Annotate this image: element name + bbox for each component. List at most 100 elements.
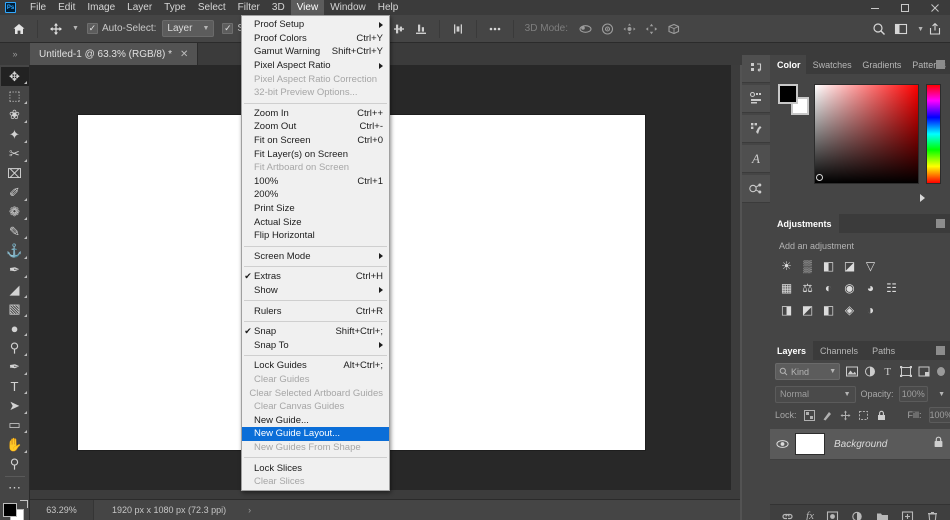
- hue-saturation-icon[interactable]: ▦: [779, 280, 794, 295]
- frame-tool[interactable]: ⌧: [1, 164, 29, 183]
- levels-icon[interactable]: ▒: [800, 258, 815, 273]
- lock-position-icon[interactable]: [840, 408, 851, 423]
- menu-item-pixel-aspect-ratio[interactable]: Pixel Aspect Ratio: [242, 59, 389, 73]
- invert-icon[interactable]: ◨: [779, 302, 794, 317]
- eyedropper-tool[interactable]: ✐: [1, 183, 29, 202]
- color-lookup-icon[interactable]: ☷: [884, 280, 899, 295]
- toolbar-color-swatches[interactable]: [2, 500, 28, 520]
- 3d-slide-icon[interactable]: [640, 18, 662, 40]
- menu-item-100[interactable]: 100% Ctrl+1: [242, 175, 389, 189]
- menu-item-proof-colors[interactable]: Proof Colors Ctrl+Y: [242, 32, 389, 46]
- color-picker-field[interactable]: [814, 84, 919, 184]
- menu-item-new-guide[interactable]: New Guide...: [242, 413, 389, 427]
- view-menu-dropdown[interactable]: Proof Setup Proof Colors Ctrl+Y Gamut Warni…: [241, 15, 390, 492]
- layers-panel-menu-icon[interactable]: [936, 346, 945, 355]
- zoom-tool[interactable]: ⚲: [1, 455, 29, 474]
- menu-item-200[interactable]: 200%: [242, 188, 389, 202]
- path-selection-tool[interactable]: ➤: [1, 396, 29, 415]
- opacity-chevron-icon[interactable]: ▼: [938, 391, 945, 398]
- close-icon[interactable]: ✕: [180, 49, 188, 60]
- character-panel-icon[interactable]: A: [742, 145, 770, 173]
- align-bottom-edges-icon[interactable]: [410, 18, 432, 40]
- menu-item-proof-setup[interactable]: Proof Setup: [242, 18, 389, 32]
- lock-image-pixels-icon[interactable]: [822, 408, 833, 423]
- filter-type-icon[interactable]: T: [881, 364, 894, 379]
- menu-item-fit-on-screen[interactable]: Fit on Screen Ctrl+0: [242, 134, 389, 148]
- color-panel-tab-color[interactable]: Color: [770, 55, 806, 74]
- lasso-tool[interactable]: ❀: [1, 106, 29, 125]
- fill-value-field[interactable]: 100%: [928, 407, 950, 423]
- color-panel-tab-swatches[interactable]: Swatches: [806, 55, 856, 74]
- menu-file[interactable]: File: [24, 0, 52, 15]
- layer-thumbnail[interactable]: [795, 433, 825, 455]
- layer-style-icon[interactable]: fx: [806, 510, 814, 520]
- menu-item-print-size[interactable]: Print Size: [242, 202, 389, 216]
- menu-item-zoom-in[interactable]: Zoom In Ctrl++: [242, 107, 389, 121]
- menu-item-lock-slices[interactable]: Lock Slices: [242, 461, 389, 475]
- blur-tool[interactable]: ●: [1, 319, 29, 338]
- menu-item-new-guide-layout[interactable]: New Guide Layout...: [242, 427, 389, 441]
- status-expand-icon[interactable]: ›: [248, 505, 251, 515]
- menu-item-screen-mode[interactable]: Screen Mode: [242, 250, 389, 264]
- dodge-tool[interactable]: ⚲: [1, 338, 29, 357]
- minimize-button[interactable]: [860, 0, 890, 15]
- new-layer-icon[interactable]: [901, 510, 914, 520]
- link-layers-icon[interactable]: [781, 511, 794, 520]
- actions-panel-icon[interactable]: [742, 85, 770, 113]
- layers-panel-tab-paths[interactable]: Paths: [865, 341, 902, 360]
- eraser-tool[interactable]: ◢: [1, 280, 29, 299]
- auto-select-checkbox[interactable]: ✓: [86, 23, 98, 34]
- menu-type[interactable]: Type: [158, 0, 192, 15]
- rectangular-marquee-tool[interactable]: ⬚: [1, 86, 29, 105]
- share-icon[interactable]: [924, 18, 946, 40]
- maximize-button[interactable]: [890, 0, 920, 15]
- menu-item-gamut-warning[interactable]: Gamut Warning Shift+Ctrl+Y: [242, 45, 389, 59]
- gradient-map-icon[interactable]: ◈: [842, 302, 857, 317]
- adjustments-panel-tab-adjustments[interactable]: Adjustments: [770, 214, 839, 233]
- swap-colors-icon[interactable]: [19, 500, 28, 509]
- move-tool[interactable]: ✥: [0, 67, 29, 87]
- lock-artboard-nesting-icon[interactable]: [858, 408, 869, 423]
- tool-preset-chevron-icon[interactable]: ▼: [72, 25, 79, 32]
- menu-select[interactable]: Select: [192, 0, 232, 15]
- lock-all-icon[interactable]: [876, 408, 887, 423]
- menu-item-extras[interactable]: ✔ Extras Ctrl+H: [242, 270, 389, 284]
- menu-item-snap[interactable]: ✔ Snap Shift+Ctrl+;: [242, 325, 389, 339]
- 3d-pan-icon[interactable]: [618, 18, 640, 40]
- filter-adjustment-icon[interactable]: [863, 364, 876, 379]
- foreground-color-swatch[interactable]: [778, 84, 798, 104]
- exposure-icon[interactable]: ◪: [842, 258, 857, 273]
- menu-item-snap-to[interactable]: Snap To: [242, 338, 389, 352]
- pen-tool[interactable]: ✒: [1, 358, 29, 377]
- photo-filter-icon[interactable]: ◉: [842, 280, 857, 295]
- black-white-icon[interactable]: ◐: [821, 280, 836, 295]
- brightness-contrast-icon[interactable]: ☀: [779, 258, 794, 273]
- foreground-color-swatch[interactable]: [2, 503, 17, 518]
- move-tool-icon[interactable]: [45, 18, 67, 40]
- panel-expander-icon[interactable]: »: [0, 43, 30, 65]
- 3d-orbit-icon[interactable]: [574, 18, 596, 40]
- align-vertical-centers-icon[interactable]: [388, 18, 410, 40]
- lock-transparent-pixels-icon[interactable]: [803, 408, 815, 423]
- channel-mixer-icon[interactable]: ◕: [863, 280, 878, 295]
- color-panel-menu-icon[interactable]: [936, 60, 945, 69]
- layer-visibility-icon[interactable]: [776, 439, 790, 449]
- filter-shape-icon[interactable]: [899, 364, 912, 379]
- filter-enable-toggle[interactable]: [937, 367, 945, 376]
- menu-window[interactable]: Window: [324, 0, 372, 15]
- workspace-chevron-icon[interactable]: ▼: [917, 26, 924, 33]
- clone-stamp-tool[interactable]: ⚓: [1, 241, 29, 260]
- workspace-icon[interactable]: [890, 18, 912, 40]
- document-tab[interactable]: Untitled-1 @ 63.3% (RGB/8) * ✕: [30, 43, 199, 65]
- opacity-value-field[interactable]: 100%: [898, 386, 929, 402]
- 3d-roll-icon[interactable]: [596, 18, 618, 40]
- 3d-scale-icon[interactable]: [662, 18, 684, 40]
- horizontal-type-tool[interactable]: T: [1, 377, 29, 396]
- posterize-icon[interactable]: ◩: [800, 302, 815, 317]
- new-group-icon[interactable]: [876, 511, 889, 520]
- auto-select-scope-dropdown[interactable]: Layer ▼: [162, 20, 215, 37]
- zoom-level-field[interactable]: 63.29%: [30, 499, 94, 520]
- menu-item-rulers[interactable]: Rulers Ctrl+R: [242, 304, 389, 318]
- menu-item-zoom-out[interactable]: Zoom Out Ctrl+-: [242, 120, 389, 134]
- search-icon[interactable]: [868, 18, 890, 40]
